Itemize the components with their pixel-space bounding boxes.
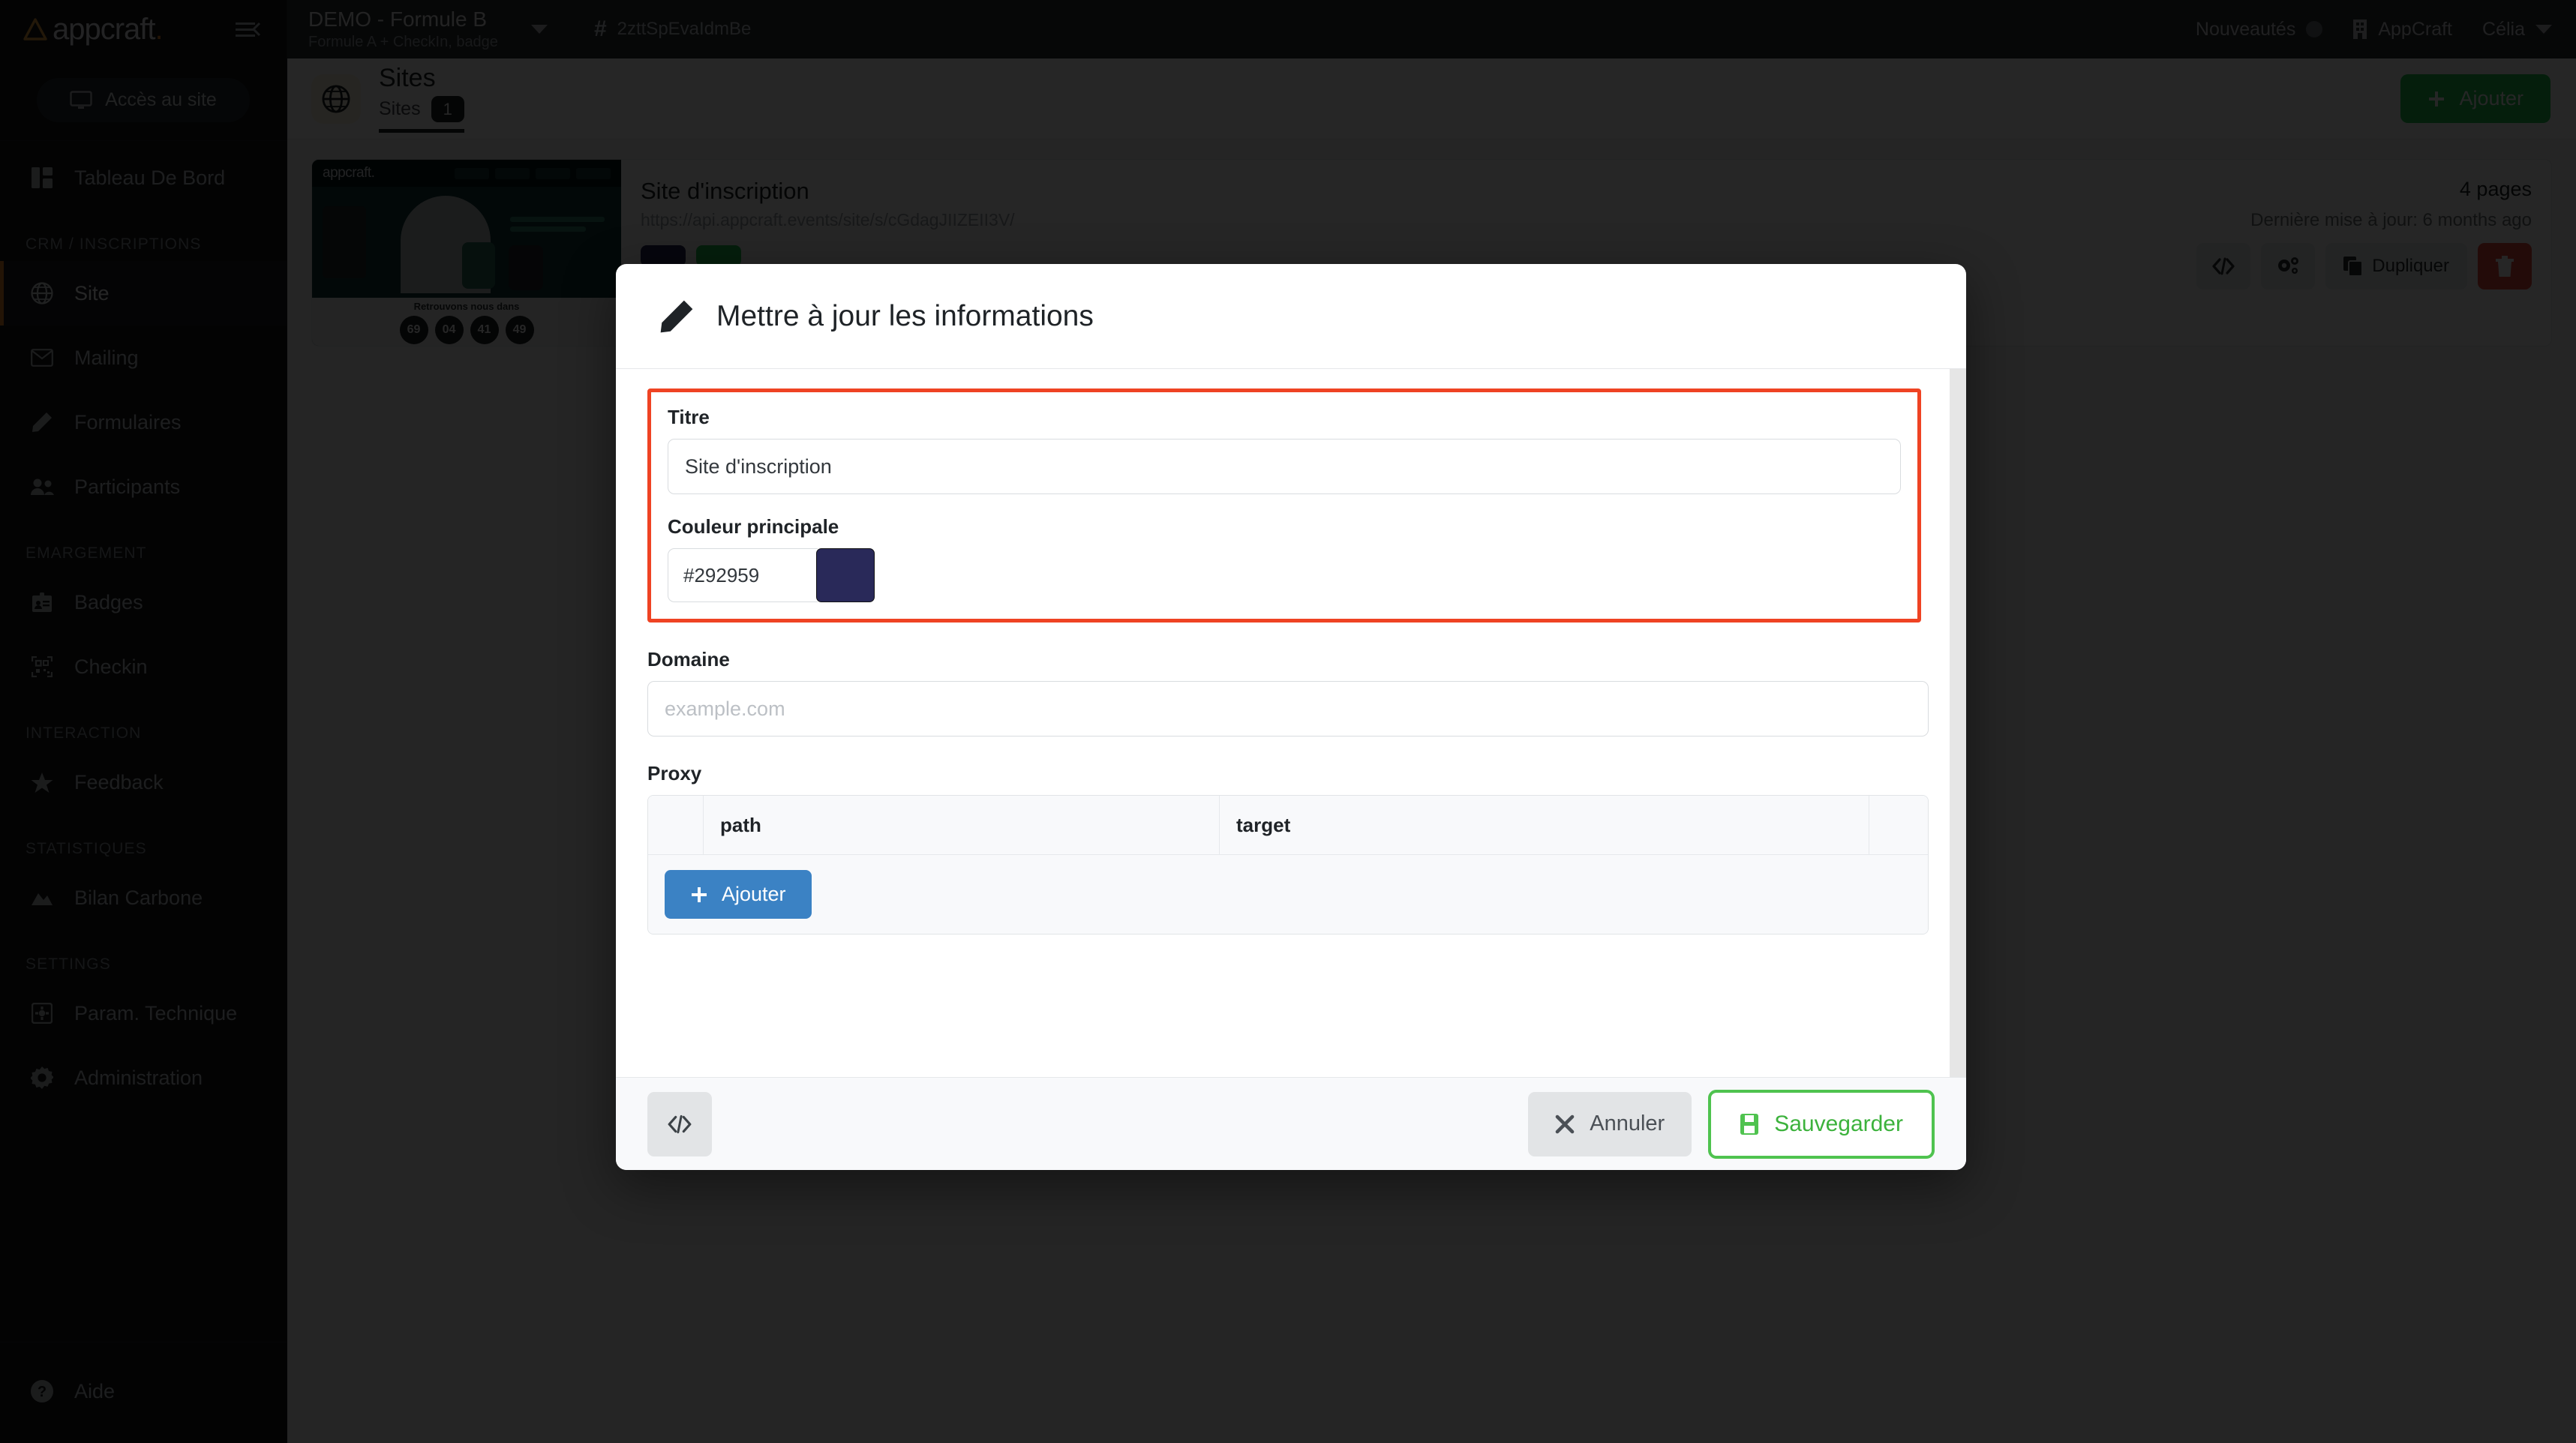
proxy-add-label: Ajouter xyxy=(722,883,786,906)
domaine-label: Domaine xyxy=(647,648,1929,671)
update-info-modal: Mettre à jour les informations Titre Cou… xyxy=(616,264,1966,1170)
code-icon xyxy=(667,1114,692,1134)
couleur-principale-label: Couleur principale xyxy=(668,515,1901,538)
proxy-col-handle xyxy=(648,796,704,854)
cancel-label: Annuler xyxy=(1590,1112,1665,1136)
proxy-col-path: path xyxy=(704,796,1220,854)
proxy-col-actions xyxy=(1869,796,1928,854)
close-icon xyxy=(1555,1114,1575,1134)
modal-title: Mettre à jour les informations xyxy=(716,300,1094,333)
proxy-section: Proxy path target Ajouter xyxy=(647,762,1929,934)
proxy-label: Proxy xyxy=(647,762,1929,785)
proxy-table: path target Ajouter xyxy=(647,795,1929,934)
color-picker-row xyxy=(668,548,1901,602)
color-hex-input[interactable] xyxy=(668,548,818,602)
titre-input[interactable] xyxy=(668,439,1901,494)
highlighted-fields-group: Titre Couleur principale xyxy=(647,388,1921,622)
pencil-icon xyxy=(659,299,694,334)
cancel-button[interactable]: Annuler xyxy=(1528,1092,1692,1156)
modal-scrollbar[interactable] xyxy=(1950,369,1966,1077)
modal-code-button[interactable] xyxy=(647,1092,712,1156)
titre-label: Titre xyxy=(668,406,1901,429)
modal-body: Titre Couleur principale Domaine Proxy p… xyxy=(616,369,1966,1077)
modal-footer-actions: Annuler Sauvegarder xyxy=(1528,1090,1935,1159)
save-button[interactable]: Sauvegarder xyxy=(1708,1090,1935,1159)
plus-icon xyxy=(690,886,708,904)
color-swatch[interactable] xyxy=(816,548,875,602)
proxy-table-header: path target xyxy=(648,796,1928,854)
proxy-col-target: target xyxy=(1220,796,1869,854)
proxy-add-button[interactable]: Ajouter xyxy=(665,870,812,919)
save-disk-icon xyxy=(1740,1113,1759,1136)
proxy-table-footer: Ajouter xyxy=(648,854,1928,934)
save-label: Sauvegarder xyxy=(1774,1112,1903,1137)
modal-footer: Annuler Sauvegarder xyxy=(616,1077,1966,1170)
domaine-field: Domaine xyxy=(647,648,1929,736)
modal-header: Mettre à jour les informations xyxy=(616,264,1966,369)
domaine-input[interactable] xyxy=(647,681,1929,736)
